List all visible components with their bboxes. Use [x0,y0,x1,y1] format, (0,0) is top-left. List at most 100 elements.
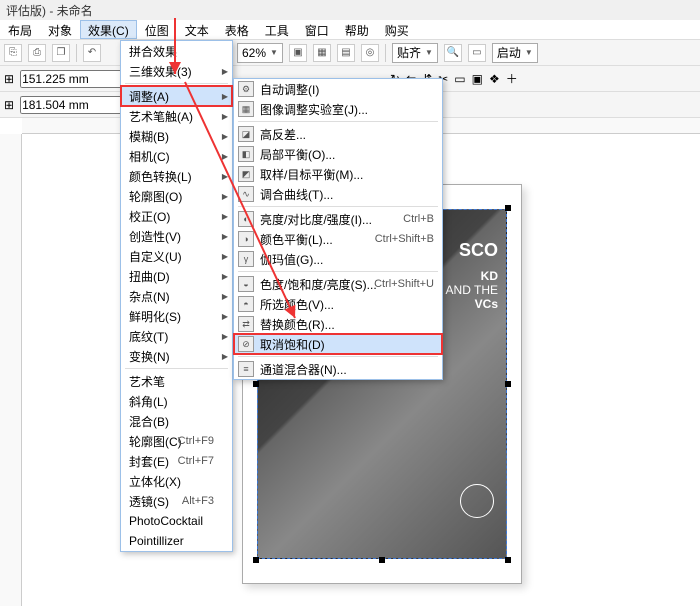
menu-tools[interactable]: 工具 [257,20,297,39]
effects-item[interactable]: 校正(O)▶ [121,206,232,226]
shortcut-label: Ctrl+Shift+U [374,278,434,290]
menu-item-label: 图像调整实验室(J)... [260,101,368,118]
import-icon[interactable]: ⎘ [4,44,22,62]
menu-item-label: 通道混合器(N)... [260,361,347,378]
menu-item-label: 颜色平衡(L)... [260,231,333,248]
submenu-arrow-icon: ▶ [222,292,228,301]
menu-separator [125,368,228,369]
submenu-arrow-icon: ▶ [222,272,228,281]
effects-item[interactable]: 立体化(X) [121,471,232,491]
copy-icon[interactable]: ❐ [52,44,70,62]
export-icon[interactable]: ⎙ [28,44,46,62]
menu-item-icon: ◧ [238,146,254,162]
adjust-item[interactable]: ◧局部平衡(O)... [234,144,442,164]
effects-item[interactable]: Pointillizer [121,531,232,551]
menu-separator [125,83,228,84]
adjust-item[interactable]: ◒色度/饱和度/亮度(S)...Ctrl+Shift+U [234,274,442,294]
adjust-item[interactable]: ⚙ 自动调整(I) [234,79,442,99]
menu-item-icon: ⚙ [238,81,254,97]
search-icon[interactable]: 🔍 [444,44,462,62]
show-icon[interactable]: ◎ [361,44,379,62]
overlay-title: SCO [459,240,498,261]
trace-icon[interactable]: ▭ [454,72,465,86]
grid-icon[interactable]: ▦ [313,44,331,62]
effects-item[interactable]: 轮廓图(C)Ctrl+F9 [121,431,232,451]
menu-item-label: 自动调整(I) [260,81,319,98]
effects-item[interactable]: 透镜(S)Alt+F3 [121,491,232,511]
effects-item[interactable]: 封套(E)Ctrl+F7 [121,451,232,471]
effects-item[interactable]: PhotoCocktail [121,511,232,531]
adjust-item[interactable]: ◑颜色平衡(L)...Ctrl+Shift+B [234,229,442,249]
chevron-down-icon: ▼ [525,48,533,57]
menu-text[interactable]: 文本 [177,20,217,39]
selection-handle[interactable] [505,205,511,211]
adjust-item[interactable]: ◩取样/目标平衡(M)... [234,164,442,184]
menu-item-label: 色度/饱和度/亮度(S)... [260,276,377,293]
selection-handle[interactable] [253,381,259,387]
standard-toolbar: ⎘ ⎙ ❐ ↶ 62% ▼ ▣ ▦ ▤ ◎ 贴齐 ▼ 🔍 ▭ 启动 ▼ [0,40,700,66]
effects-item[interactable]: 相机(C)▶ [121,146,232,166]
menu-table[interactable]: 表格 [217,20,257,39]
effects-item[interactable]: 扭曲(D)▶ [121,266,232,286]
effects-item[interactable]: 三维效果(3)▶ [121,61,232,81]
effects-item[interactable]: 变换(N)▶ [121,346,232,366]
selection-handle[interactable] [505,381,511,387]
adjust-item[interactable]: ◪高反差... [234,124,442,144]
launch-combo[interactable]: 启动 ▼ [492,43,538,63]
submenu-arrow-icon: ▶ [222,132,228,141]
effects-item[interactable]: 杂点(N)▶ [121,286,232,306]
snap-combo[interactable]: 贴齐 ▼ [392,43,438,63]
menu-effects[interactable]: 效果(C) [80,20,137,39]
undo-icon[interactable]: ↶ [83,44,101,62]
effects-item[interactable]: 底纹(T)▶ [121,326,232,346]
wrap-icon[interactable]: ▣ [472,72,483,86]
menu-bitmap[interactable]: 位图 [137,20,177,39]
menu-item-icon: ≡ [238,361,254,377]
overlay-subtitle: KD AND THE VCs [446,270,498,312]
fullscreen-icon[interactable]: ▣ [289,44,307,62]
menu-item-icon: ◑ [238,231,254,247]
effects-item[interactable]: 鲜明化(S)▶ [121,306,232,326]
adjust-item[interactable]: ∿调合曲线(T)... [234,184,442,204]
effects-item[interactable]: 艺术笔 [121,371,232,391]
submenu-arrow-icon: ▶ [222,312,228,321]
menu-object[interactable]: 对象 [40,20,80,39]
menu-window[interactable]: 窗口 [297,20,337,39]
selection-handle[interactable] [379,557,385,563]
zoom-combo[interactable]: 62% ▼ [237,43,283,63]
menu-layout[interactable]: 布局 [0,20,40,39]
menu-item-icon: ∿ [238,186,254,202]
adjust-item[interactable]: ▦图像调整实验室(J)... [234,99,442,119]
position-icon: ⊞ [4,72,14,86]
adjust-item[interactable]: ≡ 通道混合器(N)... [234,359,442,379]
effects-item[interactable]: 颜色转换(L)▶ [121,166,232,186]
menu-separator [238,121,438,122]
layers-icon[interactable]: ❖ [489,72,500,86]
menu-buy[interactable]: 购买 [377,20,417,39]
selection-handle[interactable] [505,557,511,563]
menu-separator [238,271,438,272]
effects-item[interactable]: 调整(A)▶ [121,86,232,106]
menu-help[interactable]: 帮助 [337,20,377,39]
effects-item[interactable]: 拼合效果 [121,41,232,61]
add-icon[interactable]: ＋ [506,70,518,87]
toolbar-sep [385,44,386,62]
adjust-item[interactable]: γ伽玛值(G)... [234,249,442,269]
chevron-down-icon: ▼ [425,48,433,57]
effects-item[interactable]: 自定义(U)▶ [121,246,232,266]
adjust-item[interactable]: ⊘取消饱和(D) [234,334,442,354]
effects-item[interactable]: 创造性(V)▶ [121,226,232,246]
adjust-item[interactable]: ◐亮度/对比度/强度(I)...Ctrl+B [234,209,442,229]
submenu-arrow-icon: ▶ [222,232,228,241]
effects-item[interactable]: 斜角(L) [121,391,232,411]
options-icon[interactable]: ▭ [468,44,486,62]
adjust-item[interactable]: ◓所选颜色(V)... [234,294,442,314]
effects-item[interactable]: 艺术笔触(A)▶ [121,106,232,126]
effects-item[interactable]: 轮廓图(O)▶ [121,186,232,206]
effects-item[interactable]: 模糊(B)▶ [121,126,232,146]
effects-item[interactable]: 混合(B) [121,411,232,431]
menu-item-icon: γ [238,251,254,267]
selection-handle[interactable] [253,557,259,563]
adjust-item[interactable]: ⇄替换颜色(R)... [234,314,442,334]
guides-icon[interactable]: ▤ [337,44,355,62]
